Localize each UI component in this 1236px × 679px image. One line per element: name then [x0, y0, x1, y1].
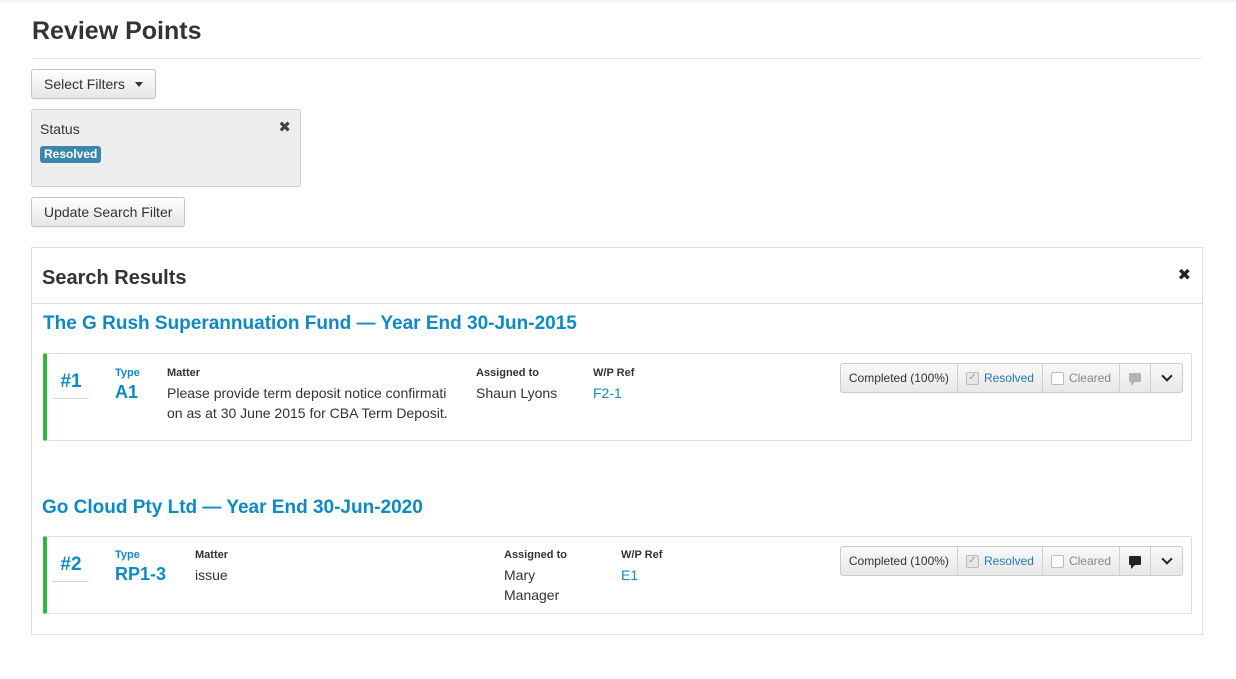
- assigned-to-label: Assigned to: [476, 367, 539, 379]
- close-icon[interactable]: ✖: [1178, 265, 1191, 285]
- assigned-to-label: Assigned to: [504, 549, 567, 561]
- caret-down-icon: [134, 81, 143, 87]
- resolved-toggle[interactable]: ✓ Resolved: [958, 547, 1043, 575]
- group-title-link[interactable]: Go Cloud Pty Ltd — Year End 30-Jun-2020: [42, 497, 423, 519]
- chevron-down-icon: [1160, 370, 1173, 382]
- select-filters-button[interactable]: Select Filters: [31, 69, 156, 99]
- matter-text-line: Please provide term deposit notice confi…: [167, 385, 447, 401]
- checkbox-checked-icon[interactable]: ✓: [965, 554, 979, 568]
- cleared-toggle[interactable]: Cleared: [1043, 364, 1120, 392]
- type-value: RP1-3: [115, 564, 167, 584]
- wp-ref-link[interactable]: E1: [621, 565, 638, 585]
- chevron-down-icon: [1160, 553, 1173, 565]
- comment-icon: [1129, 372, 1141, 386]
- type-value: A1: [115, 382, 139, 402]
- wp-ref-link[interactable]: F2-1: [593, 383, 622, 403]
- wp-ref-label: W/P Ref: [621, 549, 663, 561]
- wp-ref-label: W/P Ref: [593, 367, 635, 379]
- status-button-group: Completed (100%) ✓ Resolved Cleared: [839, 546, 1183, 576]
- review-point-number[interactable]: #1: [53, 371, 89, 393]
- assigned-to-value: Manager: [504, 587, 560, 603]
- checkbox-unchecked-icon[interactable]: [1050, 554, 1064, 568]
- title-divider: [32, 58, 1202, 59]
- number-underline: [53, 398, 89, 399]
- checkbox-unchecked-icon[interactable]: [1050, 371, 1064, 385]
- comments-button[interactable]: [1120, 364, 1151, 392]
- update-search-filter-button[interactable]: Update Search Filter: [31, 197, 186, 227]
- group-title-link[interactable]: The G Rush Superannuation Fund — Year En…: [43, 313, 577, 335]
- resolved-label: Resolved: [983, 554, 1034, 568]
- resolved-toggle[interactable]: ✓ Resolved: [958, 364, 1043, 392]
- type-label: Type: [115, 367, 140, 379]
- matter-text-line: issue: [195, 567, 228, 583]
- status-filter-panel: Status ✖ Resolved: [31, 109, 301, 187]
- matter-label: Matter: [167, 367, 201, 379]
- review-point-number[interactable]: #2: [53, 554, 89, 576]
- type-label: Type: [115, 549, 140, 561]
- search-results-header: Search Results ✖: [32, 248, 1202, 304]
- cleared-label: Cleared: [1068, 371, 1111, 385]
- comment-icon: [1129, 555, 1141, 569]
- select-filters-label: Select Filters: [44, 76, 125, 92]
- top-shadow: [0, 0, 1236, 4]
- search-results-panel: Search Results ✖ The G Rush Superannuati…: [31, 247, 1203, 635]
- completed-button[interactable]: Completed (100%): [841, 364, 958, 392]
- page-title: Review Points: [32, 17, 202, 45]
- close-icon[interactable]: ✖: [278, 118, 291, 136]
- number-underline: [53, 581, 89, 582]
- matter-label: Matter: [195, 549, 229, 561]
- assigned-to-value: Shaun Lyons: [476, 385, 558, 401]
- comments-button[interactable]: [1120, 547, 1151, 575]
- status-badge[interactable]: Resolved: [40, 146, 102, 163]
- expand-button[interactable]: [1151, 364, 1182, 392]
- expand-button[interactable]: [1151, 547, 1182, 575]
- search-results-title: Search Results: [42, 267, 187, 289]
- checkbox-checked-icon[interactable]: ✓: [965, 371, 979, 385]
- cleared-label: Cleared: [1068, 554, 1111, 568]
- review-point-card: #2 Type RP1-3 Matter issue Assigned to M…: [43, 536, 1192, 614]
- matter-text-line: on as at 30 June 2015 for CBA Term Depos…: [167, 405, 448, 421]
- completed-label: Completed (100%): [848, 371, 949, 385]
- completed-button[interactable]: Completed (100%): [841, 547, 958, 575]
- cleared-toggle[interactable]: Cleared: [1043, 547, 1120, 575]
- assigned-to-value: Mary: [504, 567, 536, 583]
- update-search-filter-label: Update Search Filter: [44, 204, 173, 220]
- resolved-label: Resolved: [983, 371, 1034, 385]
- completed-label: Completed (100%): [848, 554, 949, 568]
- filter-label: Status: [40, 121, 80, 137]
- status-button-group: Completed (100%) ✓ Resolved Cleared: [839, 363, 1183, 393]
- review-point-card: #1 Type A1 Matter Please provide term de…: [43, 353, 1192, 441]
